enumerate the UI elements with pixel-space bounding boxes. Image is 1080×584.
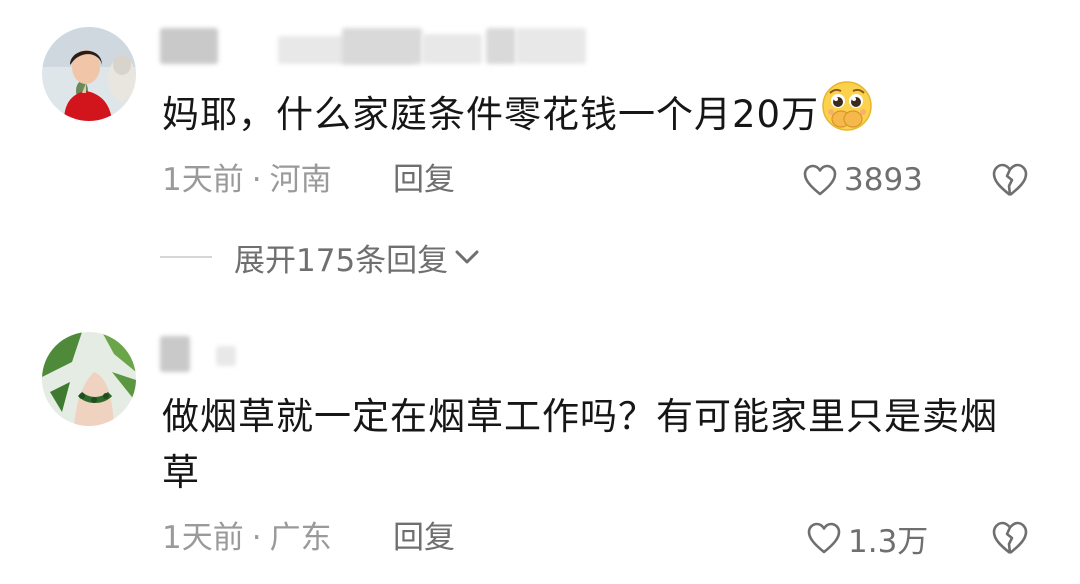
username-redacted[interactable]: [160, 28, 600, 64]
divider-line: [160, 256, 212, 258]
meta-separator: ·: [251, 162, 262, 198]
dislike-button[interactable]: [990, 161, 1030, 201]
expand-replies-label: 展开175条回复: [234, 242, 449, 279]
comment-location: 广东: [269, 520, 332, 556]
comment-location: 河南: [269, 162, 332, 198]
comment-text-content: 妈耶，什么家庭条件零花钱一个月20万: [162, 93, 820, 136]
reply-button[interactable]: 回复: [393, 518, 455, 558]
avatar[interactable]: [42, 27, 136, 121]
like-count: 3893: [844, 162, 923, 198]
heart-outline-icon: [803, 164, 837, 196]
comment-text-line: 做烟草就一定在烟草工作吗？有可能家里只是卖烟: [162, 395, 998, 438]
like-count: 1.3万: [848, 523, 929, 560]
dislike-button[interactable]: [990, 519, 1030, 559]
chevron-down-icon: [455, 250, 479, 264]
comment-text: 妈耶，什么家庭条件零花钱一个月20万: [162, 81, 873, 145]
comment-list: 妈耶，什么家庭条件零花钱一个月20万 1天前 · 河南 回复 3893 展开17…: [0, 0, 1080, 584]
pleading-face-emoji: [821, 80, 873, 145]
broken-heart-outline-icon: [992, 521, 1028, 555]
reply-button[interactable]: 回复: [393, 160, 455, 200]
heart-outline-icon: [807, 522, 841, 554]
like-button[interactable]: 1.3万: [806, 518, 929, 560]
like-button[interactable]: 3893: [802, 160, 923, 200]
expand-replies-button[interactable]: 展开175条回复: [160, 237, 480, 279]
avatar[interactable]: [42, 332, 136, 426]
comment-text-line: 草: [162, 451, 200, 494]
username-redacted[interactable]: [160, 336, 250, 372]
meta-separator: ·: [251, 520, 262, 556]
comment-text: 做烟草就一定在烟草工作吗？有可能家里只是卖烟 草: [162, 392, 998, 498]
comment-meta: 1天前 · 广东: [162, 518, 332, 558]
comment-time: 1天前: [162, 162, 244, 198]
comment-meta: 1天前 · 河南: [162, 160, 332, 200]
comment-time: 1天前: [162, 520, 244, 556]
broken-heart-outline-icon: [992, 163, 1028, 197]
